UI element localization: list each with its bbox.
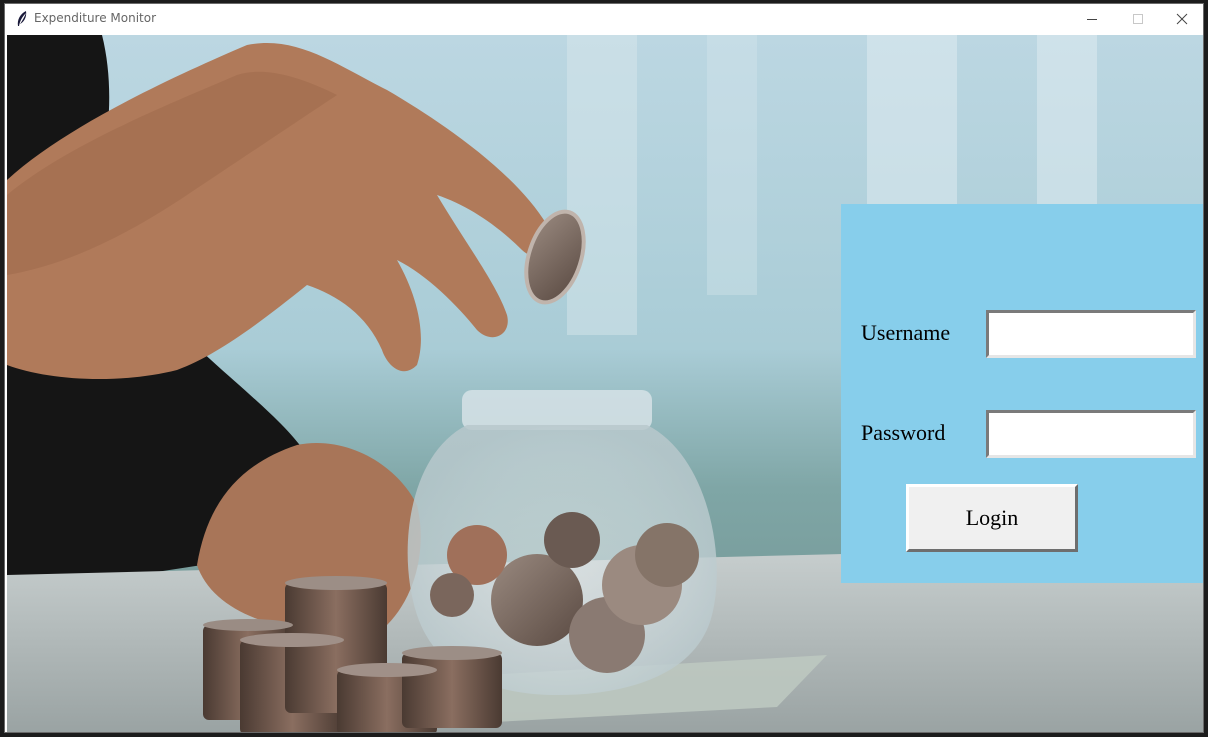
minimize-button[interactable] <box>1069 4 1115 34</box>
password-input[interactable] <box>986 410 1196 458</box>
login-button[interactable]: Login <box>906 484 1078 552</box>
maximize-icon <box>1133 14 1143 24</box>
maximize-button[interactable] <box>1115 4 1161 34</box>
title-bar[interactable]: Expenditure Monitor <box>5 4 1203 34</box>
app-window: Expenditure Monitor Username Password Lo… <box>4 3 1204 733</box>
minimize-icon <box>1087 19 1097 20</box>
window-content: Username Password Login <box>7 35 1203 732</box>
close-icon <box>1176 13 1188 25</box>
close-button[interactable] <box>1159 4 1203 34</box>
feather-icon <box>17 11 27 26</box>
username-input[interactable] <box>986 310 1196 358</box>
username-label: Username <box>861 320 951 345</box>
window-title: Expenditure Monitor <box>34 11 157 25</box>
password-label: Password <box>861 420 946 445</box>
login-panel: Username Password Login <box>841 204 1203 583</box>
